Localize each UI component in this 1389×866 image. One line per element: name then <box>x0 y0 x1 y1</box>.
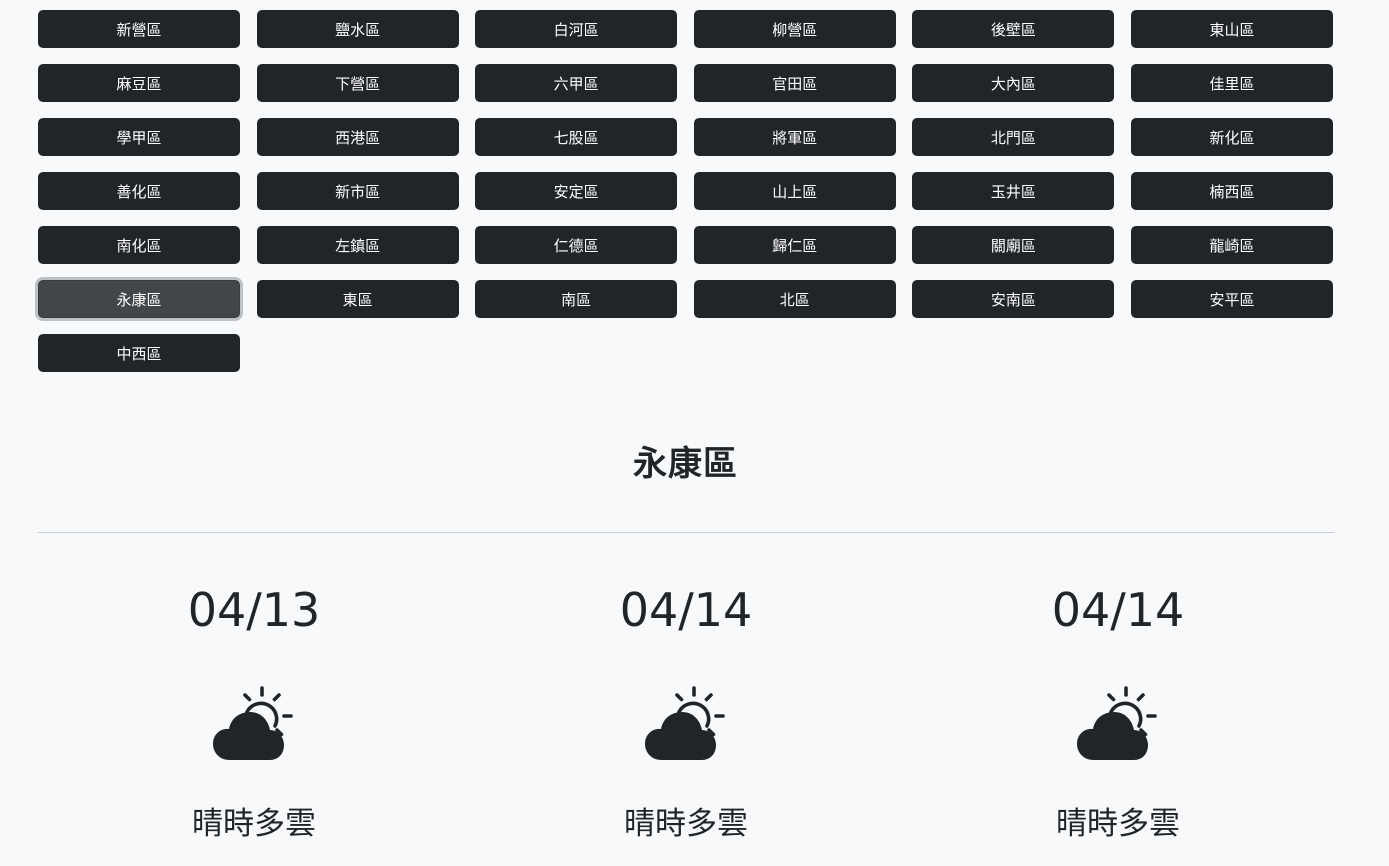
district-button[interactable]: 學甲區 <box>38 118 240 156</box>
district-button[interactable]: 仁德區 <box>475 226 678 264</box>
district-button[interactable]: 麻豆區 <box>38 64 240 102</box>
district-button[interactable]: 左鎮區 <box>256 226 459 264</box>
district-button[interactable]: 大內區 <box>912 64 1115 102</box>
district-button[interactable]: 北門區 <box>912 118 1115 156</box>
district-button[interactable]: 新營區 <box>38 10 240 48</box>
district-button[interactable]: 新化區 <box>1130 118 1333 156</box>
forecast-description: 晴時多雲 <box>192 806 316 842</box>
district-button[interactable]: 山上區 <box>693 172 896 210</box>
district-button[interactable]: 龍崎區 <box>1130 226 1333 264</box>
forecast-date: 04/14 <box>1051 583 1185 637</box>
district-button[interactable]: 下營區 <box>256 64 459 102</box>
district-button[interactable]: 新市區 <box>256 172 459 210</box>
district-button[interactable]: 善化區 <box>38 172 240 210</box>
district-button[interactable]: 東山區 <box>1130 10 1333 48</box>
forecast-row: 04/13 晴時多雲 04/14 晴時多雲 04/14 晴時多雲 <box>38 582 1334 844</box>
district-button-grid: 新營區 鹽水區 白河區 柳營區 後壁區 東山區 麻豆區 下營區 六甲區 官田區 … <box>38 10 1333 372</box>
district-button[interactable]: 官田區 <box>693 64 896 102</box>
district-button[interactable]: 安南區 <box>912 280 1115 318</box>
district-button[interactable]: 安定區 <box>475 172 678 210</box>
district-button[interactable]: 北區 <box>693 280 896 318</box>
district-button[interactable]: 柳營區 <box>693 10 896 48</box>
district-button[interactable]: 西港區 <box>256 118 459 156</box>
selected-district-title: 永康區 <box>633 444 738 484</box>
district-button[interactable]: 七股區 <box>475 118 678 156</box>
district-button[interactable]: 關廟區 <box>912 226 1115 264</box>
district-button[interactable]: 南化區 <box>38 226 240 264</box>
forecast-description: 晴時多雲 <box>624 806 748 842</box>
district-button[interactable]: 佳里區 <box>1130 64 1333 102</box>
district-button[interactable]: 中西區 <box>38 334 240 372</box>
forecast-day: 04/14 晴時多雲 <box>470 582 902 844</box>
partly-cloudy-day-icon <box>213 686 293 760</box>
forecast-date: 04/14 <box>619 583 753 637</box>
district-button[interactable]: 歸仁區 <box>693 226 896 264</box>
district-button[interactable]: 後壁區 <box>912 10 1115 48</box>
forecast-day: 04/13 晴時多雲 <box>38 582 470 844</box>
forecast-description: 晴時多雲 <box>1056 806 1180 842</box>
district-button[interactable]: 白河區 <box>475 10 678 48</box>
district-button[interactable]: 將軍區 <box>693 118 896 156</box>
forecast-date: 04/13 <box>187 583 321 637</box>
district-button[interactable]: 玉井區 <box>912 172 1115 210</box>
district-button[interactable]: 南區 <box>475 280 678 318</box>
forecast-day: 04/14 晴時多雲 <box>902 582 1334 844</box>
section-divider <box>38 532 1334 533</box>
partly-cloudy-day-icon <box>645 686 725 760</box>
district-button[interactable]: 六甲區 <box>475 64 678 102</box>
district-button[interactable]: 東區 <box>256 280 459 318</box>
district-button[interactable]: 楠西區 <box>1130 172 1333 210</box>
district-button-selected[interactable]: 永康區 <box>38 280 240 318</box>
partly-cloudy-day-icon <box>1077 686 1157 760</box>
district-button[interactable]: 鹽水區 <box>256 10 459 48</box>
district-button[interactable]: 安平區 <box>1130 280 1333 318</box>
